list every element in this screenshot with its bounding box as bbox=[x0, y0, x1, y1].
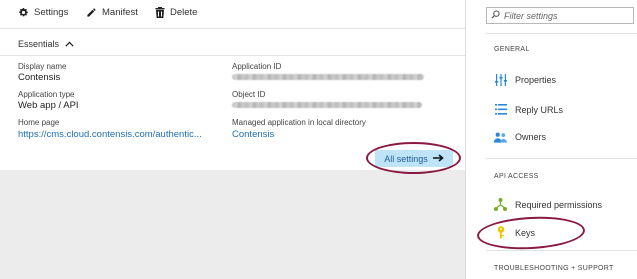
manifest-button[interactable]: Manifest bbox=[86, 7, 138, 18]
chevron-up-icon bbox=[65, 39, 74, 49]
sidebar-item-label: Reply URLs bbox=[515, 104, 564, 115]
key-icon bbox=[494, 226, 507, 239]
delete-label: Delete bbox=[170, 7, 198, 18]
display-name-value: Contensis bbox=[18, 72, 61, 83]
application-type-value: Web app / API bbox=[18, 100, 79, 111]
settings-blade: GENERAL Properties Reply URLs Owners API… bbox=[465, 0, 637, 279]
delete-button[interactable]: Delete bbox=[155, 7, 197, 18]
list-icon bbox=[494, 103, 507, 116]
application-blade: Settings Manifest Delete Essentials Disp… bbox=[0, 0, 465, 279]
managed-application-link[interactable]: Contensis bbox=[232, 129, 274, 140]
sidebar-item-label: Properties bbox=[515, 74, 557, 85]
toolbar-divider bbox=[0, 28, 465, 29]
sidebar-item-properties[interactable]: Properties bbox=[494, 73, 556, 86]
pencil-icon bbox=[86, 7, 97, 18]
filter-settings-field[interactable] bbox=[486, 7, 634, 24]
essentials-divider bbox=[0, 55, 465, 56]
general-section-divider bbox=[486, 158, 637, 159]
trash-icon bbox=[155, 7, 165, 18]
object-id-value-redacted bbox=[232, 102, 422, 108]
sidebar-item-required-permissions[interactable]: Required permissions bbox=[494, 198, 602, 211]
gear-icon bbox=[18, 7, 29, 18]
sidebar-item-owners[interactable]: Owners bbox=[494, 130, 546, 143]
managed-application-label: Managed application in local directory bbox=[232, 118, 366, 127]
essentials-card: Settings Manifest Delete Essentials Disp… bbox=[0, 0, 465, 174]
application-type-label: Application type bbox=[18, 90, 75, 99]
owners-icon bbox=[494, 130, 507, 143]
object-id-label: Object ID bbox=[232, 90, 266, 99]
sidebar-item-label: Keys bbox=[515, 227, 536, 238]
filter-settings-input[interactable] bbox=[504, 10, 624, 21]
permissions-icon bbox=[494, 198, 507, 211]
section-troubleshooting: TROUBLESHOOTING + SUPPORT bbox=[494, 265, 614, 272]
search-icon bbox=[491, 10, 500, 21]
manifest-label: Manifest bbox=[102, 7, 138, 18]
all-settings-label: All settings bbox=[384, 153, 428, 164]
arrow-right-icon bbox=[432, 153, 444, 164]
sidebar-item-label: Required permissions bbox=[515, 199, 603, 210]
command-bar: Settings Manifest Delete bbox=[0, 0, 465, 28]
settings-label: Settings bbox=[34, 7, 69, 18]
sidebar-item-keys[interactable]: Keys bbox=[494, 226, 535, 239]
sidebar-item-reply-urls[interactable]: Reply URLs bbox=[494, 103, 563, 116]
section-api-access: API ACCESS bbox=[494, 173, 539, 180]
application-id-label: Application ID bbox=[232, 62, 282, 71]
essentials-toggle[interactable]: Essentials bbox=[18, 39, 74, 49]
application-id-value-redacted bbox=[232, 74, 424, 80]
properties-icon bbox=[494, 73, 507, 86]
home-page-label: Home page bbox=[18, 118, 60, 127]
section-general: GENERAL bbox=[494, 46, 530, 53]
api-section-divider bbox=[486, 250, 637, 251]
sidebar-item-label: Owners bbox=[515, 131, 547, 142]
essentials-label: Essentials bbox=[18, 39, 60, 49]
settings-button[interactable]: Settings bbox=[18, 7, 68, 18]
home-page-link[interactable]: https://cms.cloud.contensis.com/authenti… bbox=[18, 129, 202, 140]
all-settings-button[interactable]: All settings bbox=[375, 150, 453, 167]
filter-divider bbox=[486, 33, 637, 34]
display-name-label: Display name bbox=[18, 62, 67, 71]
